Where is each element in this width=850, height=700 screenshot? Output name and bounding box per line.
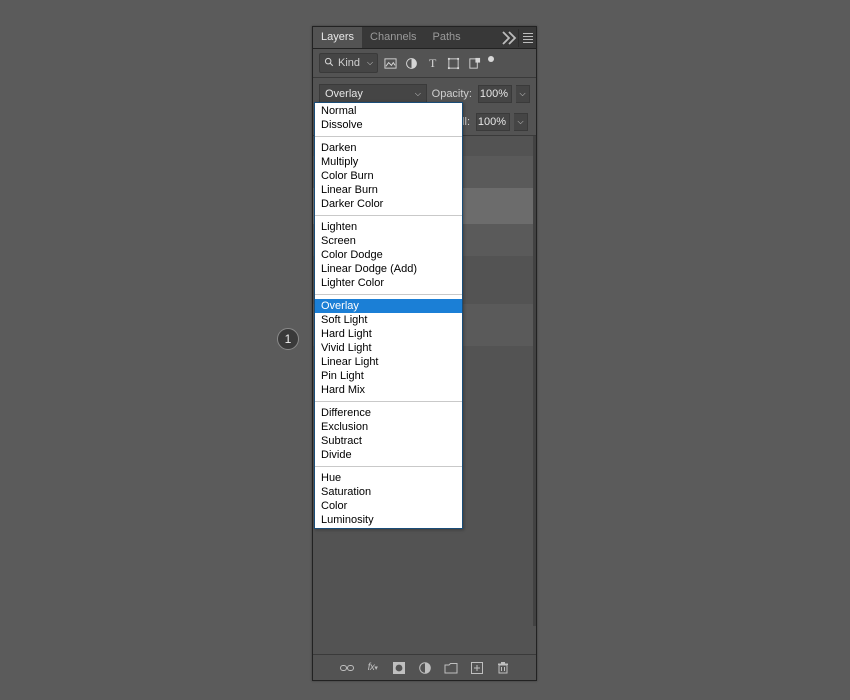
filter-toggle-icon[interactable] (488, 56, 494, 62)
blend-option-lighten[interactable]: Lighten (315, 220, 462, 234)
blend-option-pin-light[interactable]: Pin Light (315, 369, 462, 383)
divider (315, 401, 462, 402)
opacity-field[interactable]: 100% (478, 85, 512, 103)
blend-option-color-dodge[interactable]: Color Dodge (315, 248, 462, 262)
search-icon (324, 57, 334, 70)
tab-layers[interactable]: Layers (313, 27, 362, 48)
filter-pixel-icon[interactable] (382, 55, 399, 72)
blend-option-dissolve[interactable]: Dissolve (315, 118, 462, 132)
fill-flyout-icon[interactable]: ⌵ (514, 113, 528, 131)
collapse-icon[interactable] (500, 29, 518, 47)
filter-kind-label: Kind (338, 57, 360, 69)
divider (315, 136, 462, 137)
filter-kind-dropdown[interactable]: Kind ⌵ (319, 53, 378, 73)
tab-channels[interactable]: Channels (362, 27, 424, 48)
blend-mode-dropdown[interactable]: Overlay ⌵ (319, 84, 427, 104)
new-layer-icon[interactable] (469, 660, 485, 676)
blend-option-lighter-color[interactable]: Lighter Color (315, 276, 462, 290)
blend-option-linear-light[interactable]: Linear Light (315, 355, 462, 369)
blend-option-luminosity[interactable]: Luminosity (315, 513, 462, 527)
link-layers-icon[interactable] (339, 660, 355, 676)
filter-shape-icon[interactable] (445, 55, 462, 72)
divider (315, 215, 462, 216)
blend-option-normal[interactable]: Normal (315, 104, 462, 118)
panel-tabs: Layers Channels Paths (313, 27, 536, 49)
layers-bottom-toolbar: fx▾ (313, 654, 536, 680)
filter-row: Kind ⌵ T (313, 49, 536, 78)
delete-layer-icon[interactable] (495, 660, 511, 676)
tab-paths[interactable]: Paths (425, 27, 469, 48)
opacity-flyout-icon[interactable]: ⌵ (516, 85, 530, 103)
blend-option-darker-color[interactable]: Darker Color (315, 197, 462, 211)
layer-mask-icon[interactable] (391, 660, 407, 676)
blend-mode-list[interactable]: NormalDissolveDarkenMultiplyColor BurnLi… (314, 102, 463, 529)
blend-option-screen[interactable]: Screen (315, 234, 462, 248)
blend-option-linear-dodge-add-[interactable]: Linear Dodge (Add) (315, 262, 462, 276)
filter-type-icon[interactable]: T (424, 55, 441, 72)
blend-option-hard-mix[interactable]: Hard Mix (315, 383, 462, 397)
blend-option-divide[interactable]: Divide (315, 448, 462, 462)
blend-option-overlay[interactable]: Overlay (315, 299, 462, 313)
adjustment-layer-icon[interactable] (417, 660, 433, 676)
new-group-icon[interactable] (443, 660, 459, 676)
blend-option-exclusion[interactable]: Exclusion (315, 420, 462, 434)
blend-option-linear-burn[interactable]: Linear Burn (315, 183, 462, 197)
filter-adjustment-icon[interactable] (403, 55, 420, 72)
blend-option-color-burn[interactable]: Color Burn (315, 169, 462, 183)
divider (315, 294, 462, 295)
callout-badge: 1 (277, 328, 299, 350)
blend-option-color[interactable]: Color (315, 499, 462, 513)
blend-option-saturation[interactable]: Saturation (315, 485, 462, 499)
blend-option-difference[interactable]: Difference (315, 406, 462, 420)
blend-option-vivid-light[interactable]: Vivid Light (315, 341, 462, 355)
blend-mode-value: Overlay (325, 88, 363, 100)
blend-option-hue[interactable]: Hue (315, 471, 462, 485)
blend-option-soft-light[interactable]: Soft Light (315, 313, 462, 327)
layer-style-icon[interactable]: fx▾ (365, 660, 381, 676)
blend-option-multiply[interactable]: Multiply (315, 155, 462, 169)
panel-menu-icon[interactable] (518, 29, 536, 47)
chevron-down-icon: ⌵ (415, 89, 421, 99)
opacity-label: Opacity: (432, 88, 472, 100)
divider (315, 466, 462, 467)
chevron-down-icon: ⌵ (367, 58, 373, 68)
filter-smartobject-icon[interactable] (466, 55, 483, 72)
blend-option-subtract[interactable]: Subtract (315, 434, 462, 448)
scrollbar[interactable] (533, 136, 536, 626)
blend-option-darken[interactable]: Darken (315, 141, 462, 155)
fill-field[interactable]: 100% (476, 113, 510, 131)
blend-option-hard-light[interactable]: Hard Light (315, 327, 462, 341)
